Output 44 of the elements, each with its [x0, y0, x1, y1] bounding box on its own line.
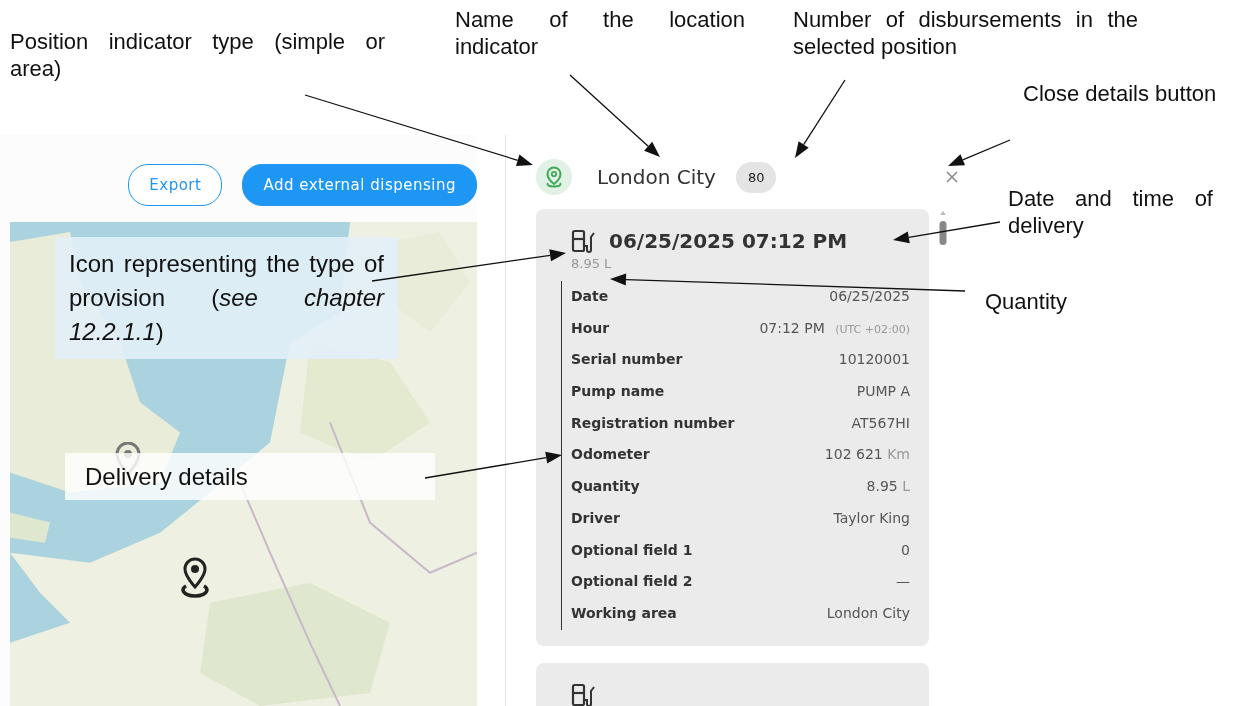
field-label: Quantity — [571, 477, 640, 497]
callout-text: Delivery details — [65, 453, 435, 500]
field-value: PUMP A — [856, 382, 910, 402]
field-label: Driver — [571, 508, 620, 528]
callout-text: Date and time of delivery — [1008, 185, 1213, 239]
field-value: London City — [826, 603, 910, 623]
delivery-card[interactable] — [536, 209, 929, 646]
callout-text: Name of the location indicator — [455, 6, 745, 60]
field-value: 10120001 — [838, 350, 910, 370]
field-value: 0 — [901, 540, 910, 560]
fuel-pump-icon — [571, 682, 597, 706]
delivery-count: 80 — [735, 161, 777, 193]
field-label: Optional field 1 — [571, 540, 693, 560]
location-name: London City — [597, 165, 716, 189]
field-label: Optional field 2 — [571, 572, 693, 592]
area-pin-icon — [178, 557, 212, 599]
field-label: Date — [571, 287, 609, 306]
field-label: Odometer — [571, 445, 650, 465]
add-dispensing-button[interactable]: Add external dispensing — [242, 164, 477, 206]
field-value: Taylor King — [833, 508, 910, 528]
callout-text: Number of disbursements in the selected position — [793, 6, 1138, 60]
callout-text: Quantity — [985, 288, 1068, 315]
location-pin-icon — [536, 159, 572, 195]
export-button[interactable]: Export — [128, 164, 223, 206]
field-label: Registration number — [571, 413, 735, 433]
field-value: 102 621 Km — [824, 445, 910, 465]
field-label: Pump name — [571, 382, 665, 402]
field-label: Working area — [571, 603, 677, 623]
field-label: Serial number — [571, 350, 683, 370]
callout-text: Icon representing the type of provision (see chapter 12.2.1.1) — [55, 237, 398, 359]
callout-arrow — [948, 139, 1011, 166]
field-value: 06/25/2025 — [829, 287, 910, 306]
delivery-quantity: 8.95 L — [571, 256, 613, 271]
fuel-pump-icon — [571, 229, 597, 253]
field-label: Hour — [571, 318, 610, 338]
delivery-datetime: 06/25/2025 07:12 PM — [609, 229, 848, 253]
field-value: AT567HI — [851, 413, 910, 433]
field-value: 8.95 L — [866, 477, 910, 497]
scrollbar-thumb[interactable] — [939, 209, 947, 245]
field-value: — — [896, 572, 910, 592]
callout-text: Position indicator type (simple or area) — [10, 28, 385, 82]
close-icon[interactable] — [944, 169, 960, 185]
callout-text: Close details button — [1023, 80, 1218, 107]
field-value: 07:12 PM (UTC +02:00) — [759, 318, 910, 338]
